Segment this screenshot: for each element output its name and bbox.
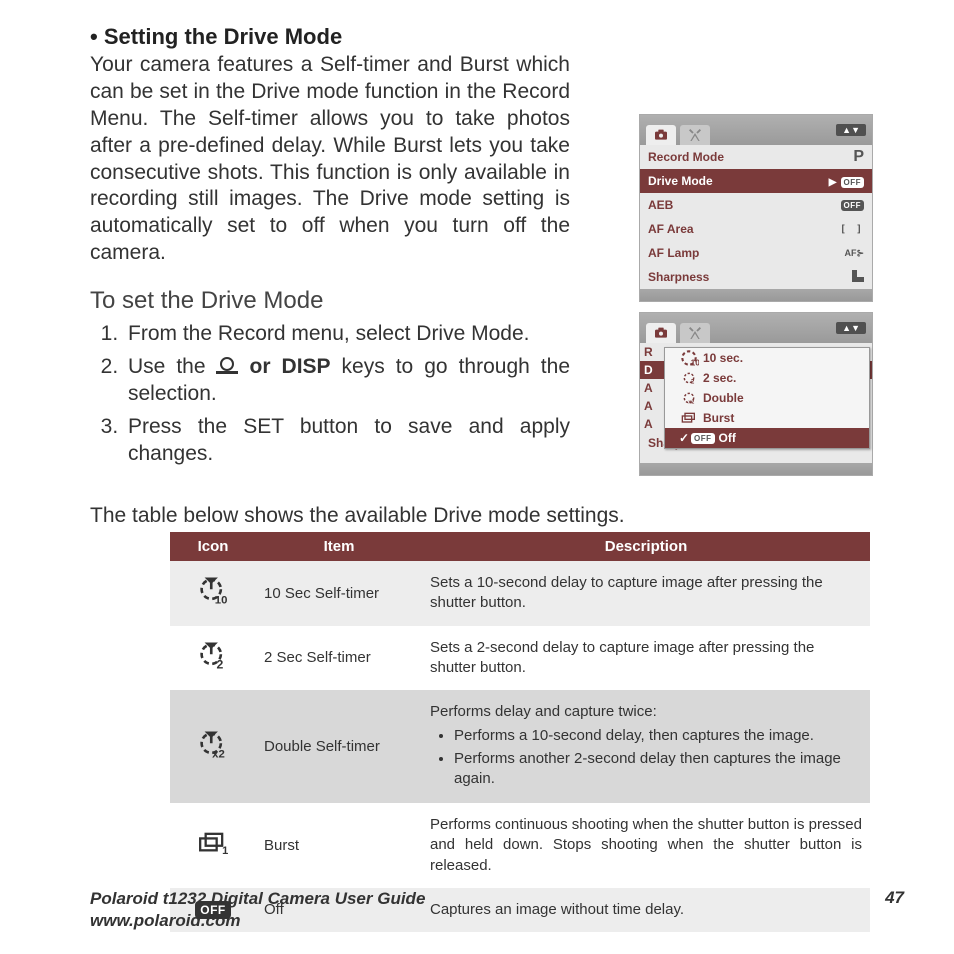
menu-row-aeb: AEB OFF <box>640 193 872 217</box>
cell-desc: Sets a 10-second delay to capture image … <box>422 561 870 626</box>
scroll-indicator-icon: ▲▼ <box>836 124 866 136</box>
menu-row-record-mode: Record Mode P <box>640 145 872 169</box>
focus-brackets-icon: [ ] <box>840 224 864 235</box>
step-3: Press the SET button to save and apply c… <box>124 414 570 468</box>
menu-tabs: ▲▼ <box>640 115 872 145</box>
menu-tabs: ▲▼ <box>640 313 872 343</box>
cell-icon: 10 <box>170 561 256 626</box>
macro-key-icon <box>217 360 239 374</box>
table-row: x2 Double Self-timer Performs delay and … <box>170 690 870 803</box>
footer-url: www.polaroid.com <box>90 910 425 932</box>
sharpness-icon <box>852 270 864 285</box>
cell-item: 2 Sec Self-timer <box>256 626 422 691</box>
cell-icon: 2 <box>170 626 256 691</box>
drive-mode-table: Icon Item Description 10 10 Sec Self-tim… <box>170 532 870 932</box>
menu-label: AEB <box>648 198 673 212</box>
timer-double-icon: x2 <box>199 731 227 759</box>
p-icon: P <box>853 148 864 166</box>
menu-label: AF Area <box>648 222 694 236</box>
popup-label: 2 sec. <box>703 371 736 385</box>
desc-bullet: Performs a 10-second delay, then capture… <box>454 726 862 746</box>
th-desc: Description <box>422 532 870 561</box>
burst-icon <box>679 412 699 424</box>
svg-text:2: 2 <box>691 378 695 385</box>
popup-label: Off <box>719 431 736 445</box>
table-header-row: Icon Item Description <box>170 532 870 561</box>
camera-menu-record: ▲▼ Record Mode P Drive Mode ▶ OFF AEB OFF <box>639 114 873 302</box>
off-badge: OFF <box>841 177 865 188</box>
cell-item: Double Self-timer <box>256 690 422 803</box>
menu-row-af-area: AF Area [ ] <box>640 217 872 241</box>
table-intro: The table below shows the available Driv… <box>90 504 904 528</box>
svg-text:2: 2 <box>217 657 224 670</box>
step-2-text-a: Use the <box>128 355 217 378</box>
table-row: 1 Burst Performs continuous shooting whe… <box>170 803 870 888</box>
popup-option-off: ✓ OFF Off <box>665 428 869 448</box>
menu-label: Drive Mode <box>648 174 713 188</box>
step-2-keys: or DISP <box>239 355 331 378</box>
burst-icon: 1 <box>198 832 228 854</box>
intro-paragraph: Your camera features a Self-timer and Bu… <box>90 52 570 267</box>
check-icon: ✓ <box>679 431 691 445</box>
menu-label: Record Mode <box>648 150 724 164</box>
step-2: Use the or DISP keys to go through the s… <box>124 354 570 408</box>
popup-label: Burst <box>703 411 734 425</box>
section-heading: • Setting the Drive Mode <box>90 24 570 50</box>
footer-title: Polaroid t1232 Digital Camera User Guide <box>90 888 425 910</box>
svg-text:x2: x2 <box>688 399 694 405</box>
popup-option-2sec: 2 2 sec. <box>665 368 869 388</box>
chevron-right-icon: ▶ <box>829 177 837 188</box>
desc-bullet: Performs another 2-second delay then cap… <box>454 749 862 790</box>
th-item: Item <box>256 532 422 561</box>
page-footer: Polaroid t1232 Digital Camera User Guide… <box>90 888 904 932</box>
cell-desc: Sets a 2-second delay to capture image a… <box>422 626 870 691</box>
popup-option-burst: Burst <box>665 408 869 428</box>
popup-option-double: x2 Double <box>665 388 869 408</box>
af-lamp-icon: AF⊱ <box>844 248 864 259</box>
th-icon: Icon <box>170 532 256 561</box>
svg-text:10: 10 <box>691 358 699 368</box>
menu-row-af-lamp: AF Lamp AF⊱ <box>640 241 872 265</box>
timer-10-icon: 10 <box>199 577 227 605</box>
scroll-indicator-icon: ▲▼ <box>836 322 866 334</box>
timer-double-icon: x2 <box>679 391 699 405</box>
menu-label: AF Lamp <box>648 246 699 260</box>
popup-label: Double <box>703 391 744 405</box>
tab-tools-icon <box>680 323 710 343</box>
tab-tools-icon <box>680 125 710 145</box>
popup-option-10sec: 10 10 sec. <box>665 348 869 368</box>
timer-2-icon: 2 <box>679 371 699 385</box>
steps-subheading: To set the Drive Mode <box>90 287 570 315</box>
off-badge: OFF <box>841 200 865 211</box>
steps-list: From the Record menu, select Drive Mode.… <box>96 321 570 467</box>
menu-label: Sharpness <box>648 270 709 284</box>
cell-icon: 1 <box>170 803 256 888</box>
cell-desc: Performs delay and capture twice: Perfor… <box>422 690 870 803</box>
cell-item: Burst <box>256 803 422 888</box>
svg-text:x2: x2 <box>212 748 225 759</box>
table-row: 10 10 Sec Self-timer Sets a 10-second de… <box>170 561 870 626</box>
menu-row-drive-mode: Drive Mode ▶ OFF <box>640 169 872 193</box>
cell-icon: x2 <box>170 690 256 803</box>
tab-camera-icon <box>646 323 676 343</box>
timer-10-icon: 10 <box>679 344 699 372</box>
table-row: 2 2 Sec Self-timer Sets a 2-second delay… <box>170 626 870 691</box>
page-number: 47 <box>885 888 904 932</box>
tab-camera-icon <box>646 125 676 145</box>
drive-mode-popup: 10 10 sec. 2 2 sec. x2 Double <box>664 347 870 449</box>
off-badge: OFF <box>691 433 715 444</box>
svg-text:1: 1 <box>222 845 228 854</box>
svg-text:10: 10 <box>215 595 227 606</box>
menu-row-sharpness: Sharpness <box>640 265 872 289</box>
step-1: From the Record menu, select Drive Mode. <box>124 321 570 348</box>
popup-label: 10 sec. <box>703 351 743 365</box>
camera-menu-drive-popup: ▲▼ R D A A A Sharpness 10 <box>639 312 873 476</box>
timer-2-icon: 2 <box>199 642 227 670</box>
desc-head: Performs delay and capture twice: <box>430 703 657 720</box>
cell-item: 10 Sec Self-timer <box>256 561 422 626</box>
cell-desc: Performs continuous shooting when the sh… <box>422 803 870 888</box>
